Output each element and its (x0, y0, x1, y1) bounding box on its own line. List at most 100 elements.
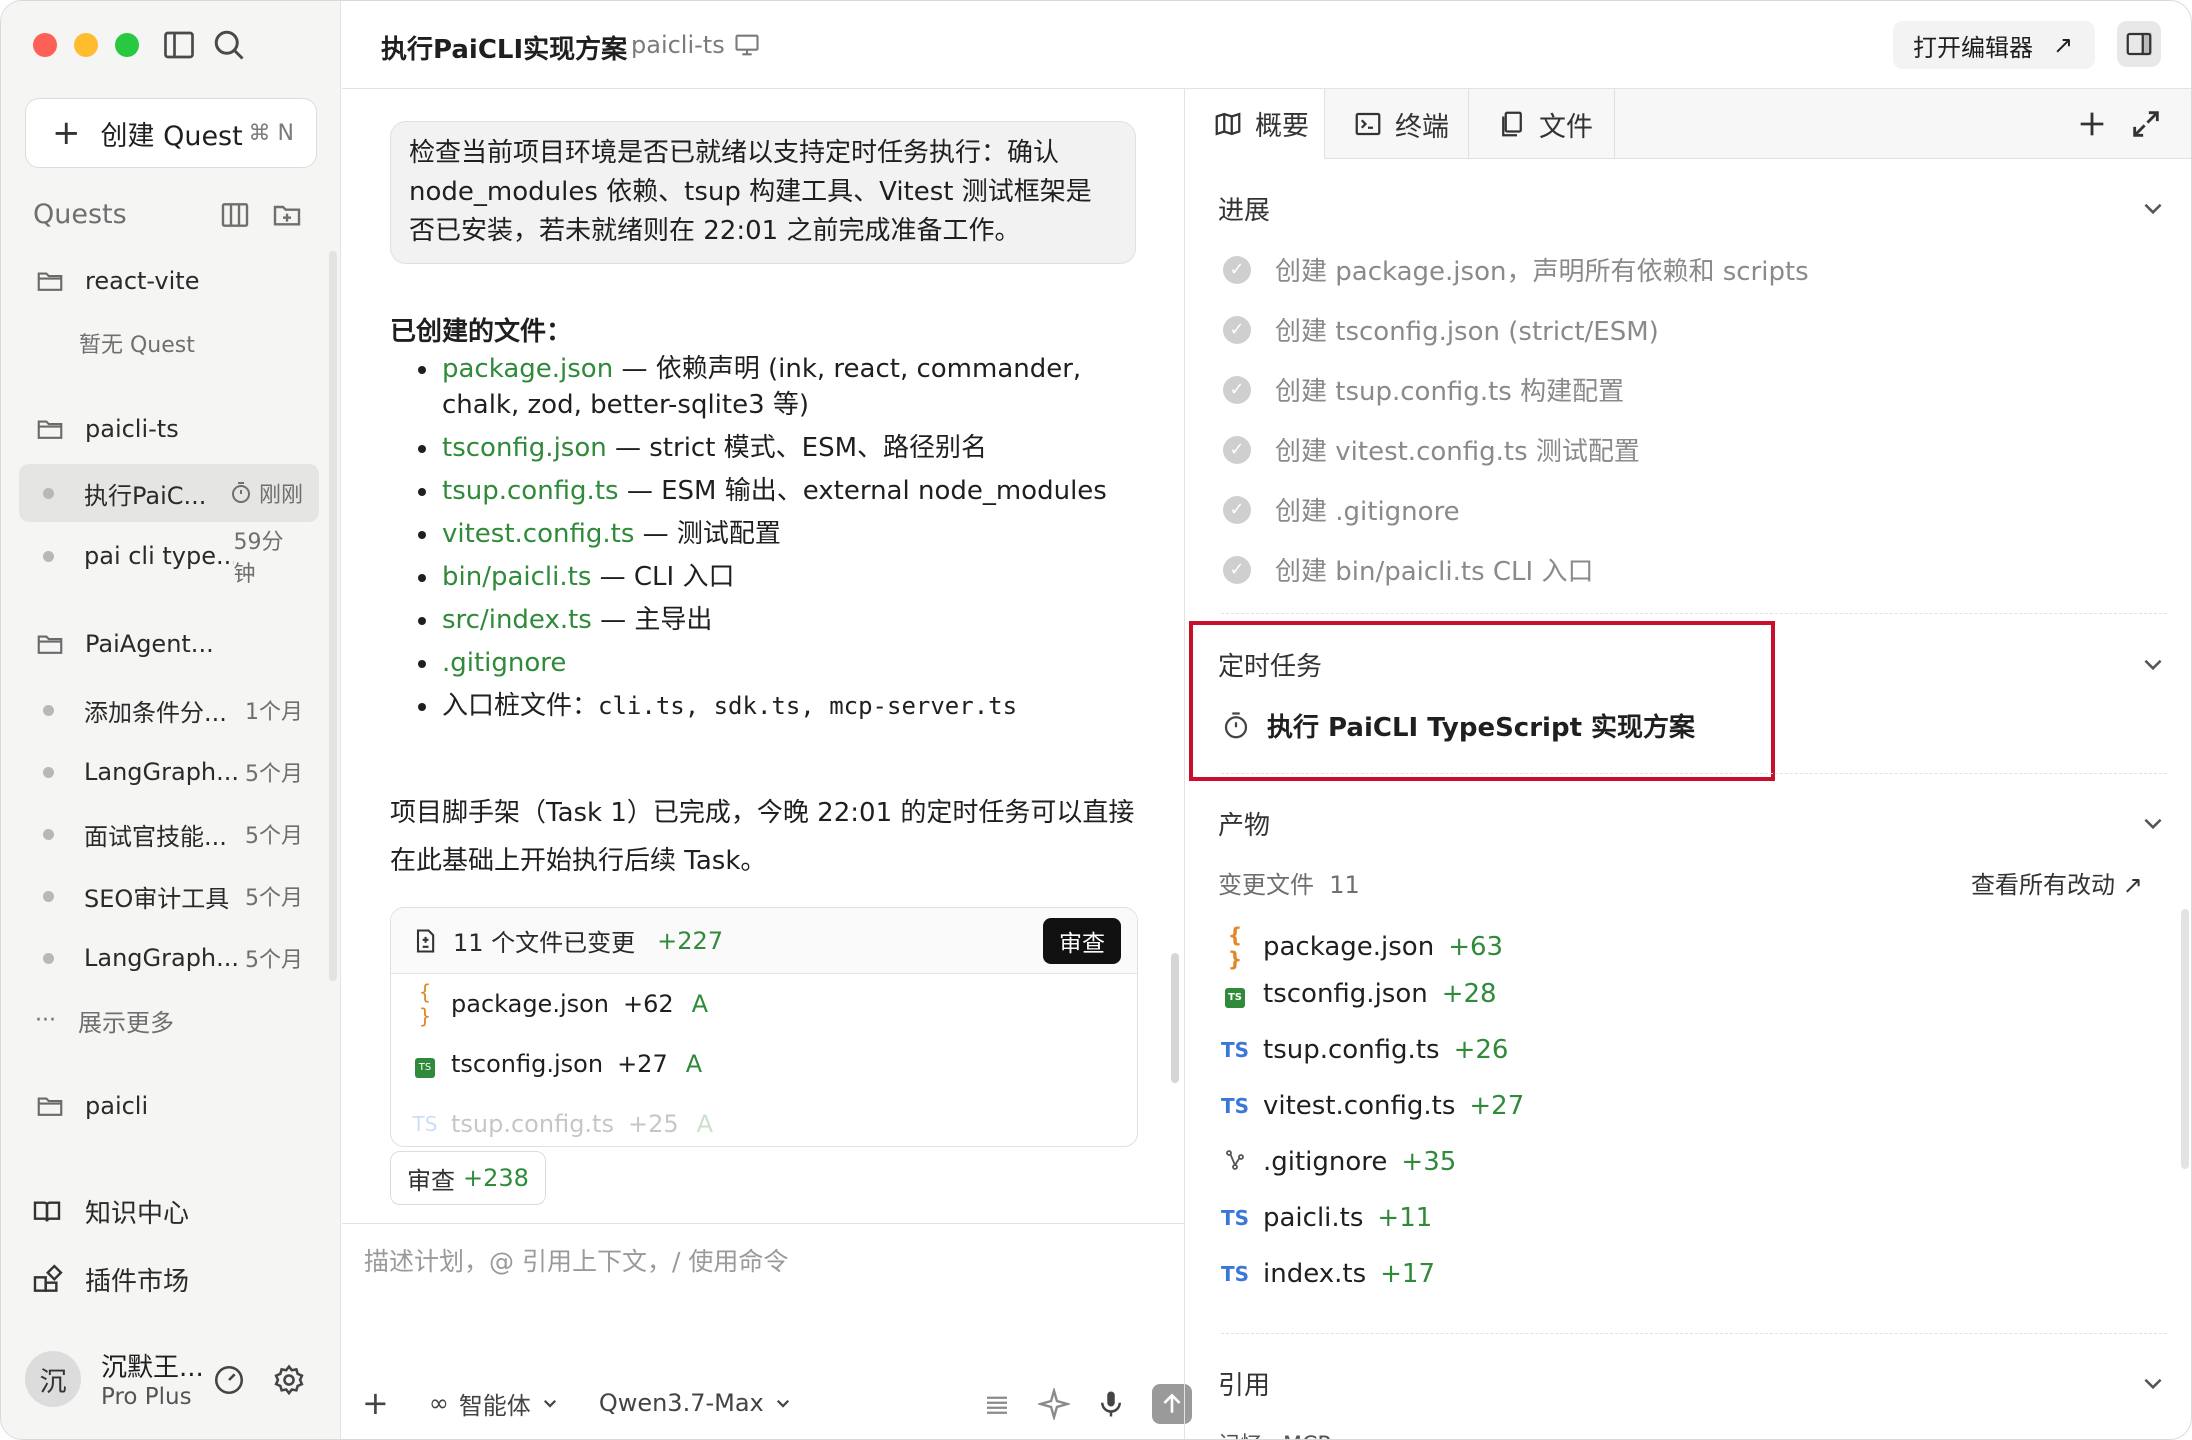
artifact-row[interactable]: TS tsconfig.json +28 (1221, 979, 1497, 1009)
refs-preview: 记忆 · MCP (1218, 1427, 1331, 1439)
quest-item[interactable]: LangGraph... 5个月 (19, 743, 319, 801)
review-pill-button[interactable]: 审查 +238 (390, 1151, 546, 1205)
quest-item[interactable]: 添加条件分... 1个月 (19, 681, 319, 739)
quest-time: 刚刚 (258, 483, 303, 508)
quest-item[interactable]: pai cli type... 59分钟 (19, 527, 319, 587)
sidebar-toggle-icon[interactable] (161, 27, 197, 63)
plus-icon[interactable] (2075, 107, 2109, 141)
group-paiagent[interactable]: PaiAgent... (19, 615, 319, 673)
tab-overview[interactable]: 概要 (1185, 89, 1325, 159)
status-dot (43, 890, 54, 902)
show-more-button[interactable]: ··· 展示更多 (19, 991, 319, 1049)
input-toolbar: + ∞ 智能体 Qwen3.7-Max (362, 1384, 792, 1422)
quest-time: 5个月 (245, 762, 303, 787)
knowledge-center-link[interactable]: 知识中心 (31, 1193, 189, 1230)
file-link[interactable]: vitest.config.ts (442, 519, 634, 549)
timer-icon (231, 482, 250, 503)
change-status: A (691, 990, 709, 1018)
quest-label: 面试官技能... (84, 822, 227, 851)
gauge-icon[interactable] (212, 1363, 246, 1397)
artifact-row[interactable]: TS paicli.ts +11 (1221, 1203, 1432, 1233)
model-selector[interactable]: Qwen3.7-Max (599, 1389, 764, 1417)
open-editor-button[interactable]: 打开编辑器 ↗ (1893, 21, 2095, 69)
artifacts-title: 产物 (1218, 811, 1271, 841)
artifact-name: .gitignore (1263, 1147, 1388, 1177)
change-row[interactable]: TS tsup.config.ts +25 A (391, 1094, 1137, 1146)
chat-scrollbar[interactable] (1171, 953, 1179, 1083)
chevron-down-icon[interactable] (2140, 810, 2166, 836)
plugin-icon (33, 1263, 63, 1292)
change-additions: +62 (623, 990, 674, 1018)
quest-item[interactable]: SEO审计工具 5个月 (19, 867, 319, 925)
avatar[interactable]: 沉 (25, 1351, 81, 1407)
status-dot (43, 766, 54, 778)
artifact-row[interactable]: .gitignore +35 (1221, 1147, 1456, 1177)
chat-input-area[interactable]: 描述计划，@ 引用上下文，/ 使用命令 + ∞ 智能体 Qwen3.7-Max (342, 1223, 1192, 1439)
shortcut-hint: ⌘ N (248, 120, 294, 146)
change-status: A (685, 1050, 703, 1078)
check-icon: ✓ (1223, 255, 1251, 284)
quest-label: 添加条件分... (84, 698, 227, 727)
change-row[interactable]: { } package.json +62 A (391, 974, 1137, 1034)
expand-icon[interactable] (2129, 107, 2163, 141)
tab-files[interactable]: 文件 (1469, 89, 1615, 159)
panel-scrollbar[interactable] (2181, 909, 2189, 1169)
zoom-window-button[interactable] (115, 33, 139, 57)
microphone-icon[interactable] (1096, 1389, 1126, 1419)
review-button[interactable]: 审查 (1043, 917, 1121, 964)
typescript-icon: TS (1221, 1094, 1250, 1118)
new-quest-button[interactable]: + 创建 Quest ⌘ N (25, 98, 317, 168)
scheduled-task-item[interactable]: 执行 PaiCLI TypeScript 实现方案 (1221, 707, 1695, 744)
list-icon[interactable] (982, 1389, 1012, 1419)
minimize-window-button[interactable] (74, 33, 98, 57)
quest-item[interactable]: LangGraph... 5个月 (19, 929, 319, 987)
chevron-down-icon[interactable] (2140, 651, 2166, 677)
file-link[interactable]: tsup.config.ts (442, 476, 619, 506)
file-link[interactable]: bin/paicli.ts (442, 562, 591, 592)
artifact-additions: +28 (1441, 979, 1497, 1009)
scheduled-title: 定时任务 (1218, 652, 1323, 682)
progress-label: 创建 vitest.config.ts 测试配置 (1275, 437, 1640, 467)
close-window-button[interactable] (33, 33, 57, 57)
scheduled-task-label: 执行 PaiCLI TypeScript 实现方案 (1267, 713, 1696, 743)
group-react-vite[interactable]: react-vite (19, 252, 319, 310)
file-desc: — ESM 输出、external node_modules (618, 476, 1107, 506)
mode-selector[interactable]: 智能体 (459, 1386, 531, 1421)
artifact-row[interactable]: TS index.ts +17 (1221, 1259, 1435, 1289)
tab-terminal[interactable]: 终端 (1325, 89, 1469, 159)
columns-icon[interactable] (219, 199, 251, 231)
change-additions: +25 (627, 1110, 679, 1138)
changes-summary: 11 个文件已变更 (453, 929, 636, 957)
plugin-market-link[interactable]: 插件市场 (31, 1261, 189, 1298)
group-label: PaiAgent... (85, 630, 214, 658)
chat-input-placeholder[interactable]: 描述计划，@ 引用上下文，/ 使用命令 (364, 1242, 788, 1278)
chevron-down-icon[interactable] (2140, 1370, 2166, 1396)
artifact-name: package.json (1263, 932, 1435, 962)
quest-item-active[interactable]: 执行PaiC... 刚刚 (19, 464, 319, 522)
new-folder-icon[interactable] (271, 199, 303, 231)
progress-item: ✓ 创建 bin/paicli.ts CLI 入口 (1223, 551, 1593, 588)
artifact-row[interactable]: { } package.json +63 (1221, 923, 1503, 971)
created-files-heading: 已创建的文件： (390, 317, 573, 347)
artifact-row[interactable]: TS vitest.config.ts +27 (1221, 1091, 1524, 1121)
git-icon (1221, 1148, 1249, 1177)
group-paicli[interactable]: paicli (19, 1077, 319, 1135)
file-desc: — 主导出 (591, 605, 713, 635)
group-paicli-ts[interactable]: paicli-ts (19, 400, 319, 458)
file-link[interactable]: tsconfig.json (442, 433, 607, 463)
search-icon[interactable] (211, 27, 247, 63)
file-link[interactable]: src/index.ts (442, 605, 592, 635)
file-link[interactable]: package.json (442, 354, 613, 384)
gear-icon[interactable] (272, 1363, 306, 1397)
artifact-row[interactable]: TS tsup.config.ts +26 (1221, 1035, 1508, 1065)
change-row[interactable]: TS tsconfig.json +27 A (391, 1034, 1137, 1094)
quest-item[interactable]: 面试官技能... 5个月 (19, 805, 319, 863)
sparkle-icon[interactable] (1038, 1388, 1070, 1420)
chevron-down-icon[interactable] (2140, 195, 2166, 221)
view-all-changes-link[interactable]: 查看所有改动 ↗ (1971, 865, 2143, 900)
user-message: 检查当前项目环境是否已就绪以支持定时任务执行：确认 node_modules 依… (390, 121, 1136, 264)
right-panel-toggle[interactable] (2117, 21, 2161, 67)
sidebar-scrollbar[interactable] (329, 251, 337, 981)
add-attachment-icon[interactable]: + (362, 1384, 389, 1422)
file-link[interactable]: .gitignore (442, 648, 566, 678)
